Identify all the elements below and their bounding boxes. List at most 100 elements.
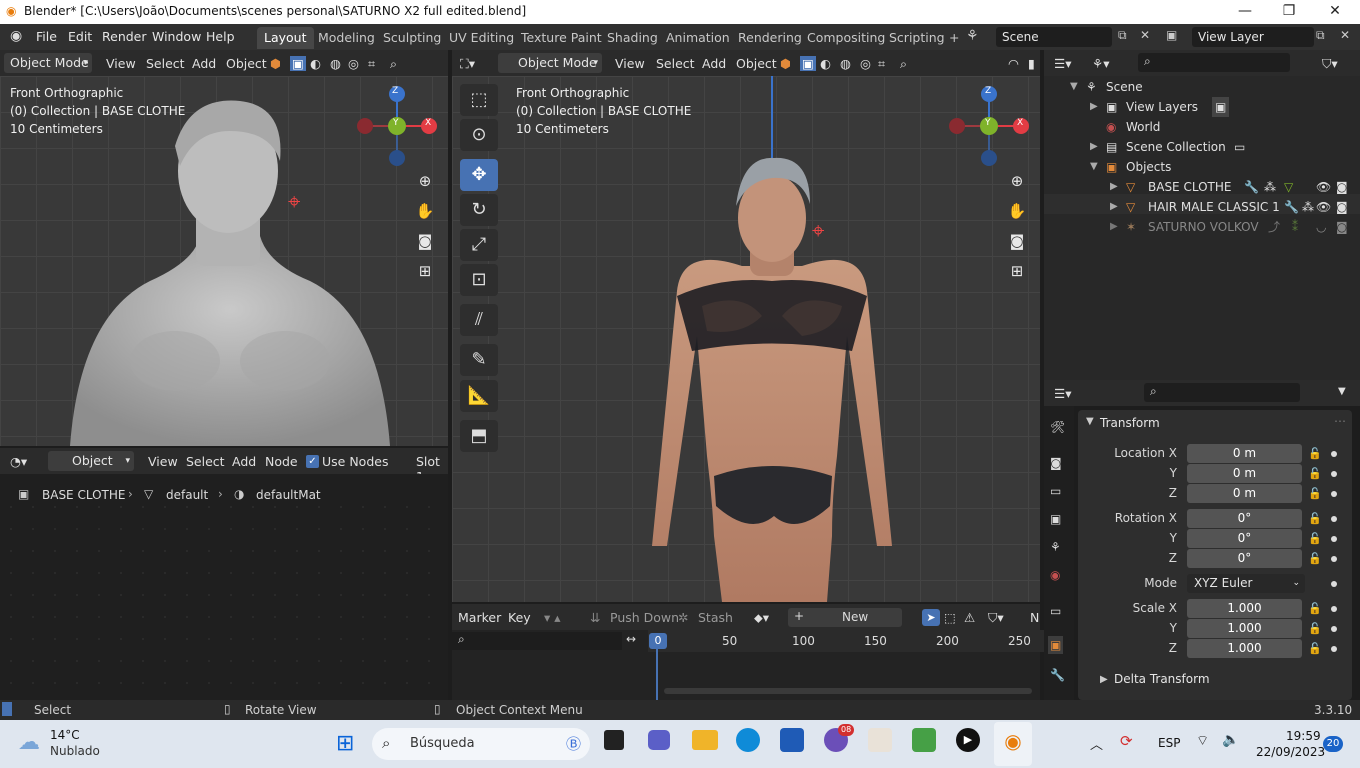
action-icon[interactable]: ⬥▾ xyxy=(754,610,769,626)
view-layer-icon[interactable]: ▣ xyxy=(1166,28,1177,42)
ortho-grid-icon[interactable]: ⊞ xyxy=(412,258,438,284)
lock-icon[interactable]: 🔓 xyxy=(1308,447,1322,461)
lock-icon[interactable]: 🔓 xyxy=(1308,622,1322,636)
timeline-scrollbar[interactable] xyxy=(664,688,1032,694)
keyframe-dot-icon[interactable] xyxy=(1331,471,1337,477)
lock-icon[interactable]: 🔓 xyxy=(1308,532,1322,546)
cursor-tool[interactable]: ⊙ xyxy=(460,119,498,151)
collapse-arrow-icon[interactable]: ▶ xyxy=(1090,97,1098,117)
tab-compositing[interactable]: Compositing xyxy=(800,27,892,49)
outliner-item-base-clothe[interactable]: ▶ ▽ BASE CLOTHE 🔧 ⁂ ▽ 👁 ◙ xyxy=(1046,177,1358,197)
scale-z-field[interactable]: 1.000 xyxy=(1187,639,1302,658)
add-cube-tool[interactable]: ⬒ xyxy=(460,420,498,452)
lock-icon[interactable]: 🔓 xyxy=(1308,487,1322,501)
display-mode-icon[interactable]: ⚘▾ xyxy=(1092,56,1109,71)
menu-file[interactable]: File xyxy=(36,29,57,44)
left-menu-select[interactable]: Select xyxy=(146,56,185,71)
keyframe-dot-icon[interactable] xyxy=(1331,606,1337,612)
collection-box-icon[interactable]: ▭ xyxy=(1234,137,1245,157)
menu-render[interactable]: Render xyxy=(102,29,147,44)
menu-edit[interactable]: Edit xyxy=(68,29,92,44)
weather-desc[interactable]: Nublado xyxy=(50,744,100,758)
render-camera-icon[interactable]: ◙ xyxy=(1336,177,1348,197)
arrow-down-icon[interactable]: ▾ ▴ xyxy=(544,610,561,625)
render-camera-icon[interactable]: ◙ xyxy=(1336,217,1348,237)
main-menu-view[interactable]: View xyxy=(615,56,645,71)
filter-icon[interactable]: ⛉▾ xyxy=(1322,56,1338,72)
object-tab-icon[interactable]: ▣ xyxy=(1048,636,1064,654)
collapse-arrow-icon[interactable]: ▶ xyxy=(1090,137,1098,157)
tab-shading[interactable]: Shading xyxy=(600,27,665,49)
panel-collapse-icon[interactable]: ▼ xyxy=(1086,416,1094,427)
modifier-wrench-icon[interactable]: 🔧 xyxy=(1244,177,1259,197)
keyframe-dot-icon[interactable] xyxy=(1331,491,1337,497)
wifi-icon[interactable]: ⌔ xyxy=(1196,732,1209,750)
output-tab-icon[interactable]: ▭ xyxy=(1050,484,1061,498)
outliner-item-scene-collection[interactable]: ▶ ▤ Scene Collection ▭ xyxy=(1046,137,1358,157)
file-explorer-icon[interactable] xyxy=(692,730,718,750)
new-action-button[interactable]: + New xyxy=(788,608,902,627)
tab-modeling[interactable]: Modeling xyxy=(311,27,382,49)
timeline-body[interactable]: ⌕ ↔ 0 50 100 150 200 250 xyxy=(452,630,1048,700)
node-menu-node[interactable]: Node xyxy=(265,454,298,469)
grid-toggle-icon[interactable]: ⌗ xyxy=(368,56,375,72)
menu-window[interactable]: Window xyxy=(152,29,201,44)
left-viewport[interactable]: Front Orthographic (0) Collection | BASE… xyxy=(0,76,448,446)
maximize-button[interactable]: ❐ xyxy=(1266,0,1312,24)
drag-handle-icon[interactable]: ⋯ xyxy=(1334,414,1346,428)
delete-scene-icon[interactable]: ✕ xyxy=(1140,28,1150,42)
left-menu-object[interactable]: Object xyxy=(226,56,267,71)
tab-animation[interactable]: Animation xyxy=(659,27,737,49)
task-view-icon[interactable] xyxy=(604,730,624,750)
keyframe-dot-icon[interactable] xyxy=(1331,556,1337,562)
eye-icon[interactable]: 👁 xyxy=(1316,177,1331,197)
outliner-item-scene[interactable]: ▼ ⚘ Scene xyxy=(1046,77,1358,97)
material-shading-icon[interactable]: ◐ xyxy=(820,56,831,71)
vertex-groups-icon[interactable]: ⁂ xyxy=(1264,177,1276,197)
modifier-tab-icon[interactable]: 🔧 xyxy=(1050,668,1065,682)
update-icon[interactable]: ⟳ xyxy=(1120,732,1133,750)
filter-selected-icon[interactable]: ⬚ xyxy=(944,610,956,625)
rotation-z-field[interactable]: 0° xyxy=(1187,549,1302,568)
camera-icon[interactable]: ◙ xyxy=(412,228,438,254)
current-frame[interactable]: 0 xyxy=(649,633,667,649)
outliner-item-objects[interactable]: ▼ ▣ Objects xyxy=(1046,157,1358,177)
timeline-menu-key[interactable]: Key xyxy=(508,610,531,625)
node-menu-add[interactable]: Add xyxy=(232,454,256,469)
tool-tab-icon[interactable]: 🛠 xyxy=(1050,420,1065,434)
expand-arrow-icon[interactable]: ▼ xyxy=(1070,77,1078,97)
render-camera-icon[interactable]: ◙ xyxy=(1336,197,1348,217)
location-z-field[interactable]: 0 m xyxy=(1187,484,1302,503)
scale-y-field[interactable]: 1.000 xyxy=(1187,619,1302,638)
lock-icon[interactable]: 🔓 xyxy=(1308,642,1322,656)
clock-time[interactable]: 19:59 xyxy=(1286,729,1321,743)
render-layer-icon[interactable]: ▣ xyxy=(1212,97,1230,117)
vertex-groups-icon[interactable]: ⁂ xyxy=(1302,197,1314,217)
tab-layout[interactable]: Layout xyxy=(257,27,314,49)
frame-ruler[interactable] xyxy=(648,630,1048,652)
grid-toggle-icon[interactable]: ⌗ xyxy=(878,56,885,72)
cloud-icon[interactable]: ☁ xyxy=(18,730,40,755)
editor-type-icon[interactable]: ⛶▾ xyxy=(460,56,475,72)
transform-panel-title[interactable]: Transform xyxy=(1100,416,1160,430)
view-layer-field[interactable]: View Layer xyxy=(1192,27,1314,47)
tab-texture-paint[interactable]: Texture Paint xyxy=(514,27,609,49)
zoom-icon[interactable]: ⊕ xyxy=(1004,168,1030,194)
outliner-search-input[interactable]: ⌕ xyxy=(1138,53,1290,72)
rotation-mode-select[interactable]: XYZ Euler ⌄ xyxy=(1187,574,1305,593)
pose-icon[interactable]: ⤴ xyxy=(1268,217,1280,237)
pan-hand-icon[interactable]: ✋ xyxy=(412,198,438,224)
menu-help[interactable]: Help xyxy=(206,29,235,44)
new-scene-icon[interactable]: ⧉ xyxy=(1118,28,1127,43)
keyframe-dot-icon[interactable] xyxy=(1331,581,1337,587)
rotation-y-field[interactable]: 0° xyxy=(1187,529,1302,548)
move-tool[interactable]: ✥ xyxy=(460,159,498,191)
notifications-badge[interactable]: 20 xyxy=(1323,736,1343,752)
search-icon[interactable]: ⌕ xyxy=(390,56,397,72)
add-workspace-button[interactable]: + xyxy=(942,27,966,49)
filter-icon[interactable]: ⛉▾ xyxy=(988,610,1004,626)
new-view-layer-icon[interactable]: ⧉ xyxy=(1316,28,1325,43)
editor-type-icon[interactable]: ☰▾ xyxy=(1054,56,1071,71)
keyframe-dot-icon[interactable] xyxy=(1331,626,1337,632)
rendered-shading-icon[interactable]: ◍ xyxy=(330,56,341,71)
